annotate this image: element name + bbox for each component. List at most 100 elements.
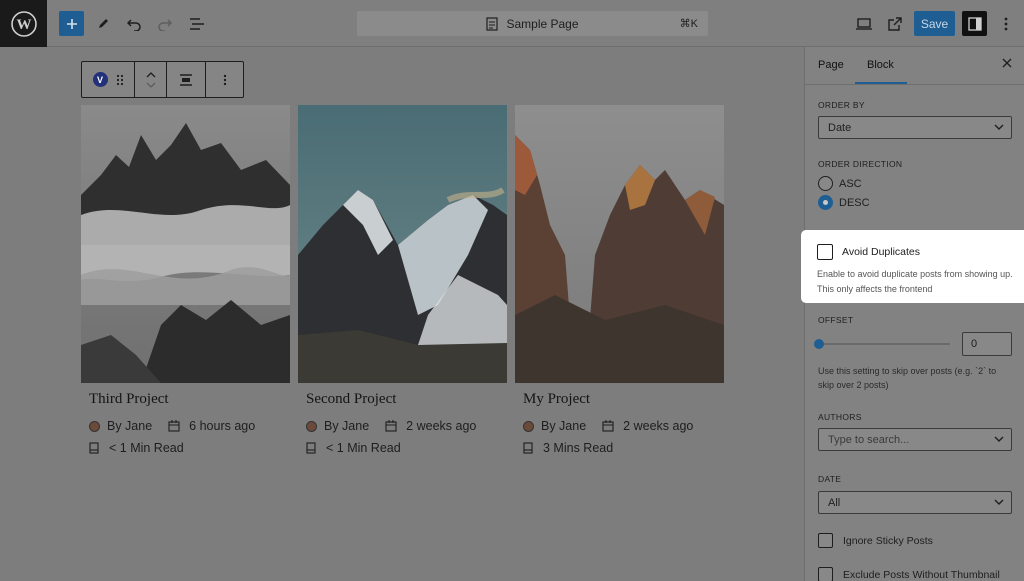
tab-block[interactable]: Block xyxy=(867,59,894,71)
post-read-time: 3 Mins Read xyxy=(543,441,614,455)
block-toolbar: V xyxy=(81,61,244,98)
avoid-duplicates-checkbox[interactable] xyxy=(817,244,833,260)
post-read-time: < 1 Min Read xyxy=(326,441,401,455)
radio-label: ASC xyxy=(839,177,862,190)
more-vertical-icon xyxy=(223,74,226,85)
book-icon xyxy=(89,442,99,454)
svg-text:W: W xyxy=(16,17,31,33)
post-author: By Jane xyxy=(107,419,153,433)
command-shortcut: ⌘K xyxy=(679,18,698,30)
settings-sidebar: Page Block ORDER BY Date ORDER DIRECTION… xyxy=(804,47,1024,581)
radio-button[interactable] xyxy=(818,176,833,191)
post-date: 6 hours ago xyxy=(189,419,256,433)
order-by-value: Date xyxy=(828,121,852,134)
avatar xyxy=(523,420,534,432)
authors-placeholder: Type to search... xyxy=(828,433,910,446)
chevron-down-icon xyxy=(994,436,1004,442)
block-badge-icon: V xyxy=(92,72,108,87)
desktop-preview-icon[interactable] xyxy=(851,11,877,37)
offset-value: 0 xyxy=(971,338,978,350)
order-direction-label: ORDER DIRECTION xyxy=(818,159,903,169)
radio-desc[interactable]: DESC xyxy=(818,195,870,210)
post-thumbnail[interactable] xyxy=(515,105,724,383)
avatar xyxy=(89,420,100,432)
exclude-no-thumb-checkbox[interactable] xyxy=(818,567,833,581)
chevron-down-icon[interactable] xyxy=(146,82,156,88)
close-icon[interactable] xyxy=(1001,57,1013,69)
post-read-time: < 1 Min Read xyxy=(109,441,184,455)
exclude-no-thumb-label: Exclude Posts Without Thumbnail xyxy=(843,568,1000,581)
post-date: 2 weeks ago xyxy=(406,419,477,433)
page-icon xyxy=(486,16,499,31)
post-author: By Jane xyxy=(324,419,370,433)
align-icon xyxy=(180,73,192,86)
post-read-time-row: < 1 Min Read xyxy=(89,441,184,455)
sidebar-tabs: Page Block xyxy=(805,47,1024,85)
editor-header: W Sample Page ⌘K Save xyxy=(0,0,1024,47)
post-title[interactable]: My Project xyxy=(523,391,590,408)
more-options-icon[interactable] xyxy=(993,11,1019,37)
settings-panel-icon[interactable] xyxy=(962,11,987,36)
undo-icon[interactable] xyxy=(121,11,147,37)
offset-slider-thumb[interactable] xyxy=(814,339,824,349)
ignore-sticky-row[interactable]: Ignore Sticky Posts xyxy=(818,533,933,548)
calendar-icon xyxy=(602,420,614,432)
chevron-down-icon xyxy=(994,124,1004,130)
document-title: Sample Page xyxy=(506,16,579,31)
document-title-bar[interactable]: Sample Page ⌘K xyxy=(357,11,708,36)
post-title[interactable]: Third Project xyxy=(89,391,169,408)
active-tab-indicator xyxy=(855,82,907,84)
ignore-sticky-checkbox[interactable] xyxy=(818,533,833,548)
book-icon xyxy=(523,442,533,454)
post-thumbnail[interactable] xyxy=(298,105,507,383)
chevron-down-icon xyxy=(994,499,1004,505)
post-title[interactable]: Second Project xyxy=(306,391,396,408)
add-block-button[interactable] xyxy=(59,11,84,36)
radio-label: DESC xyxy=(839,196,870,209)
post-meta: By Jane 6 hours ago xyxy=(89,419,255,433)
external-link-icon[interactable] xyxy=(882,11,908,37)
avoid-duplicates-help: Enable to avoid duplicate posts from sho… xyxy=(817,269,1013,294)
block-options-button[interactable] xyxy=(206,62,243,97)
radio-asc[interactable]: ASC xyxy=(818,176,862,191)
redo-icon[interactable] xyxy=(152,11,178,37)
document-overview-icon[interactable] xyxy=(184,11,210,37)
date-value: All xyxy=(828,496,841,509)
authors-label: AUTHORS xyxy=(818,412,862,422)
exclude-no-thumb-row[interactable]: Exclude Posts Without Thumbnail xyxy=(818,567,1000,581)
post-card[interactable]: My Project By Jane 2 weeks ago 3 Mins Re… xyxy=(515,105,724,455)
move-up-down-control[interactable] xyxy=(135,62,167,97)
pen-tool-icon[interactable] xyxy=(90,11,116,37)
avoid-duplicates-label: Avoid Duplicates xyxy=(842,246,921,258)
book-icon xyxy=(306,442,316,454)
offset-label: OFFSET xyxy=(818,315,854,325)
post-author: By Jane xyxy=(541,419,587,433)
post-read-time-row: 3 Mins Read xyxy=(523,441,613,455)
tab-page[interactable]: Page xyxy=(818,59,844,71)
calendar-icon xyxy=(385,420,397,432)
post-read-time-row: < 1 Min Read xyxy=(306,441,401,455)
offset-input[interactable]: 0 xyxy=(962,332,1012,356)
post-card[interactable]: Third Project By Jane 6 hours ago < 1 Mi… xyxy=(81,105,290,455)
date-select[interactable]: All xyxy=(818,491,1012,514)
wordpress-logo-icon[interactable]: W xyxy=(0,0,47,47)
block-type-group[interactable]: V xyxy=(82,62,135,97)
drag-handle-icon[interactable] xyxy=(116,74,124,86)
authors-search-input[interactable]: Type to search... xyxy=(818,428,1012,451)
align-button[interactable] xyxy=(167,62,206,97)
order-by-label: ORDER BY xyxy=(818,100,865,110)
chevron-up-icon[interactable] xyxy=(146,71,156,78)
post-card[interactable]: Second Project By Jane 2 weeks ago < 1 M… xyxy=(298,105,507,455)
save-button[interactable]: Save xyxy=(914,11,955,36)
radio-button-selected[interactable] xyxy=(818,195,833,210)
avatar xyxy=(306,420,317,432)
avoid-duplicates-panel: Avoid Duplicates Enable to avoid duplica… xyxy=(801,230,1024,303)
post-date: 2 weeks ago xyxy=(623,419,694,433)
post-meta: By Jane 2 weeks ago xyxy=(306,419,476,433)
date-label: DATE xyxy=(818,474,842,484)
offset-help: Use this setting to skip over posts (e.g… xyxy=(818,366,997,390)
order-by-select[interactable]: Date xyxy=(818,116,1012,139)
post-thumbnail[interactable] xyxy=(81,105,290,383)
calendar-icon xyxy=(168,420,180,432)
offset-slider-track[interactable] xyxy=(818,343,950,345)
